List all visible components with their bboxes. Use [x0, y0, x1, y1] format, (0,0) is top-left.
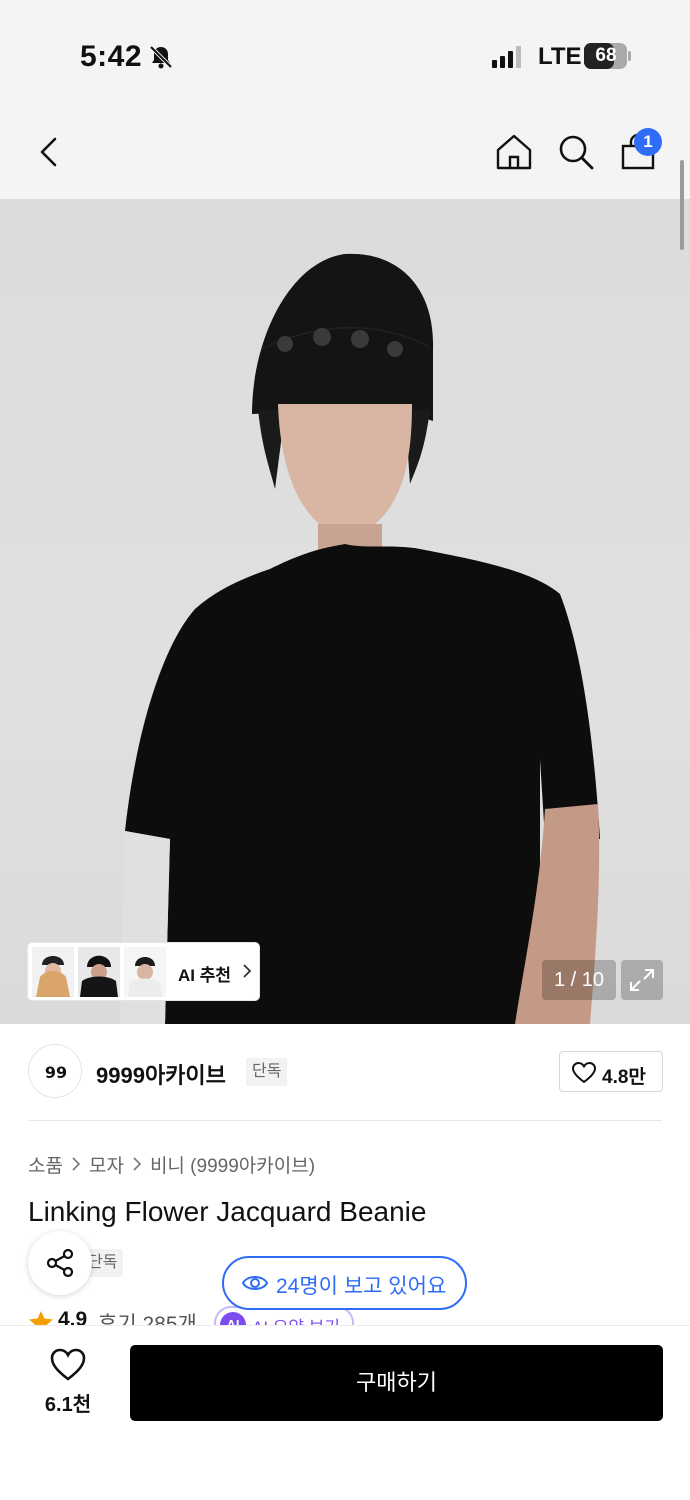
bell-off-icon: [149, 45, 173, 69]
heart-icon: [572, 1062, 596, 1084]
model-photo: [120, 253, 600, 1024]
signal-icon: [492, 46, 521, 68]
chevron-right-icon: [72, 1157, 81, 1171]
recommend-thumbnail: [124, 947, 166, 997]
breadcrumb-item[interactable]: 모자: [89, 1151, 124, 1178]
ai-recommend-label: AI 추천: [178, 966, 232, 985]
recommend-thumbnail: [32, 947, 74, 997]
viewers-indicator: 24명이 보고 있어요: [222, 1256, 467, 1310]
battery-level: 68: [595, 45, 617, 66]
recommend-thumbnail: [78, 947, 120, 997]
brand-logo[interactable]: 99: [28, 1044, 82, 1098]
scroll-indicator: [680, 160, 684, 250]
star-icon: [29, 1311, 53, 1326]
brand-exclusive-tag: 단독: [246, 1058, 288, 1086]
svg-text:99: 99: [45, 1063, 67, 1082]
status-bar: 5:42 LTE 68: [0, 0, 690, 112]
share-button[interactable]: [28, 1231, 92, 1295]
product-title: Linking Flower Jacquard Beanie: [28, 1196, 427, 1227]
product-image[interactable]: [0, 199, 690, 1024]
chevron-right-icon: [243, 964, 252, 978]
rating-value: 4.9: [58, 1308, 88, 1326]
breadcrumb-item[interactable]: 소품: [28, 1151, 63, 1178]
review-count[interactable]: 후기 285개: [98, 1308, 197, 1326]
image-page-counter: 1 / 10: [542, 960, 616, 1000]
heart-icon[interactable]: [50, 1348, 86, 1382]
viewers-text: 24명이 보고 있어요: [276, 1275, 447, 1298]
search-icon[interactable]: [556, 132, 596, 172]
eye-icon: [242, 1276, 268, 1290]
network-label: LTE: [538, 43, 582, 70]
expand-icon: [630, 969, 654, 991]
cart-count-badge: 1: [634, 128, 662, 156]
share-icon: [46, 1248, 74, 1278]
brand-like-button[interactable]: 4.8만: [559, 1051, 663, 1092]
divider: [28, 1120, 662, 1121]
buy-button[interactable]: 구매하기: [130, 1345, 663, 1421]
top-nav: 1: [0, 112, 690, 199]
ai-recommend-button[interactable]: AI 추천: [28, 943, 259, 1000]
wish-count: 6.1천: [44, 1394, 92, 1416]
breadcrumb: 소품 모자 비니 (9999아카이브): [28, 1150, 315, 1178]
back-icon[interactable]: [30, 132, 70, 172]
brand-like-count: 4.8만: [602, 1067, 646, 1088]
expand-image-button[interactable]: [621, 960, 663, 1000]
brand-name[interactable]: 9999아카이브: [96, 1058, 226, 1090]
home-icon[interactable]: [494, 132, 534, 172]
ai-badge-icon: AI: [220, 1312, 246, 1326]
chevron-right-icon: [133, 1157, 142, 1171]
breadcrumb-item[interactable]: 비니 (9999아카이브): [150, 1151, 315, 1178]
status-time: 5:42: [80, 40, 143, 73]
